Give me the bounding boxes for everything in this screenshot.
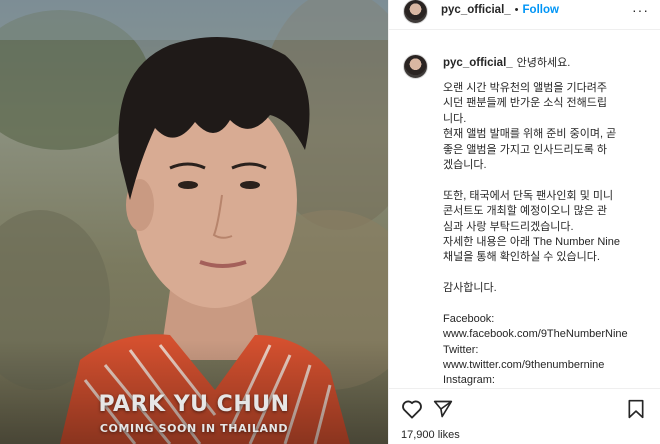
caption-line: 심과 사랑 부탁드리겠습니다. [443,220,574,233]
caption-line [443,173,653,188]
caption-line: 자세한 내용은 아래 The Number Nine [443,235,620,248]
likes-count[interactable]: 17,900 likes [401,429,460,441]
image-subtitle: COMING SOON IN THAILAND [99,422,289,435]
likes-label: likes [437,429,460,441]
bookmark-icon[interactable] [627,399,645,419]
caption-line: Twitter: [443,343,479,356]
caption-line: 현재 앨범 발매를 위해 준비 중이며, 곧 [443,128,617,141]
portrait-illustration [0,0,388,444]
caption-line [443,266,653,281]
heart-icon[interactable] [401,399,423,419]
caption-line [443,296,653,311]
caption-line: 채널을 통해 확인하실 수 있습니다. [443,251,600,264]
paper-plane-icon[interactable] [433,399,453,419]
post-panel: pyc_official_ • Follow ··· pyc_official_… [388,0,660,444]
caption-line: 겠습니다. [443,158,487,171]
caption-line: 오랜 시간 박유천의 앨범을 기다려주 [443,82,608,94]
caption-line: Instagram: [443,374,495,387]
caption: pyc_official_ 안녕하세요. 오랜 시간 박유천의 앨범을 기다려주시… [389,54,660,388]
more-dots-icon[interactable]: ··· [632,2,649,18]
caption-first-line: pyc_official_ 안녕하세요. [443,56,570,71]
caption-line: Facebook: [443,312,495,325]
caption-body: 오랜 시간 박유천의 앨범을 기다려주시던 팬분들께 반가운 소식 전해드립니다… [443,81,653,388]
caption-line: 니다. [443,112,467,125]
header-separator: • [514,3,519,16]
image-title: PARK YU CHUN [98,392,290,417]
post-image[interactable]: PARK YU CHUN COMING SOON IN THAILAND [0,0,388,444]
follow-button[interactable]: Follow [523,4,559,16]
caption-line: www.twitter.com/9thenumbernine [443,359,605,372]
caption-line: www.facebook.com/9TheNumberNine [443,328,628,341]
action-bar: 17,900 likes [389,388,660,444]
avatar[interactable] [403,0,428,24]
header-username[interactable]: pyc_official_ [441,4,511,16]
caption-greeting: 안녕하세요. [516,57,571,69]
post-header: pyc_official_ • Follow ··· [389,0,660,30]
caption-line: 감사합니다. [443,282,497,295]
caption-line: 좋은 앨범을 가지고 인사드리도록 하 [443,143,608,156]
caption-line: 시던 팬분들께 반가운 소식 전해드립 [443,97,608,110]
caption-username[interactable]: pyc_official_ [443,57,513,69]
caption-line: 콘서트도 개최할 예정이오니 많은 관 [443,205,608,218]
caption-line: 또한, 태국에서 단독 팬사인회 및 미니 [443,189,614,202]
likes-number: 17,900 [401,429,435,441]
caption-avatar[interactable] [403,54,428,79]
